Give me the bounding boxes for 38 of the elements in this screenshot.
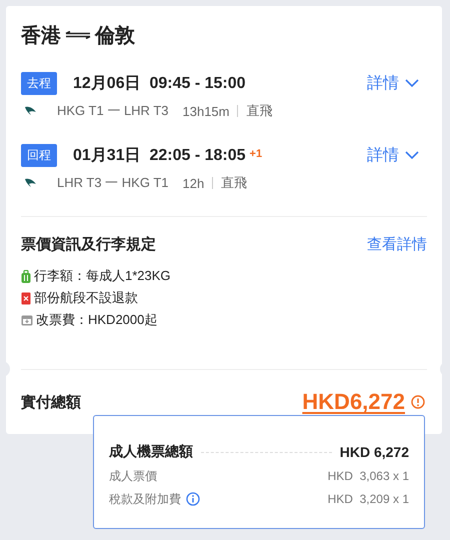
no-refund-icon	[21, 292, 31, 304]
round-trip-icon	[65, 31, 91, 39]
day-offset: +1	[250, 148, 262, 160]
airline-logo-icon	[25, 106, 37, 116]
details-link[interactable]: 詳情	[367, 144, 399, 166]
total-label: 實付總額	[21, 392, 81, 412]
calendar-icon	[21, 314, 33, 326]
route-airports: HKG T1 一 LHR T3	[57, 102, 168, 120]
details-link[interactable]: 詳情	[367, 72, 399, 94]
price-item-value: HKD 3,063 x 1	[328, 469, 409, 483]
flight-time: 01月31日 22:05 - 18:05	[73, 146, 246, 166]
chevron-down-icon	[405, 79, 419, 87]
chevron-down-icon	[405, 151, 419, 159]
origin-city: 香港	[21, 24, 61, 48]
info-icon[interactable]	[411, 395, 425, 409]
airline-logo-icon	[25, 178, 37, 188]
rule-text: 改票費：HKD2000起	[36, 311, 158, 329]
trip-tag: 去程	[21, 72, 57, 94]
breakdown-amount: HKD 6,272	[340, 444, 409, 460]
rule-text: 行李額：每成人1*23KG	[34, 267, 171, 285]
price-item-label: 成人票價	[109, 468, 157, 484]
rule-text: 部份航段不設退款	[34, 289, 138, 307]
flight-type: 直飛	[221, 174, 248, 192]
flight-duration: 13h15m	[182, 104, 230, 118]
flight-duration: 12h	[182, 176, 204, 190]
total-price-link[interactable]: HKD6,272	[302, 389, 405, 415]
flight-type: 直飛	[246, 102, 272, 120]
price-item-value: HKD 3,209 x 1	[328, 492, 409, 506]
route-airports: LHR T3 一 HKG T1	[57, 174, 168, 192]
view-details-link[interactable]: 查看詳情	[367, 234, 427, 254]
trip-tag: 回程	[21, 144, 57, 166]
breakdown-label: 成人機票總額	[109, 443, 193, 461]
info-icon[interactable]	[186, 492, 200, 506]
flight-time: 12月06日 09:45 - 15:00	[73, 74, 246, 94]
destination-city: 倫敦	[95, 24, 135, 48]
section-heading: 票價資訊及行李規定	[21, 234, 156, 254]
price-item-label: 稅款及附加費	[109, 490, 181, 508]
luggage-icon	[21, 270, 31, 282]
